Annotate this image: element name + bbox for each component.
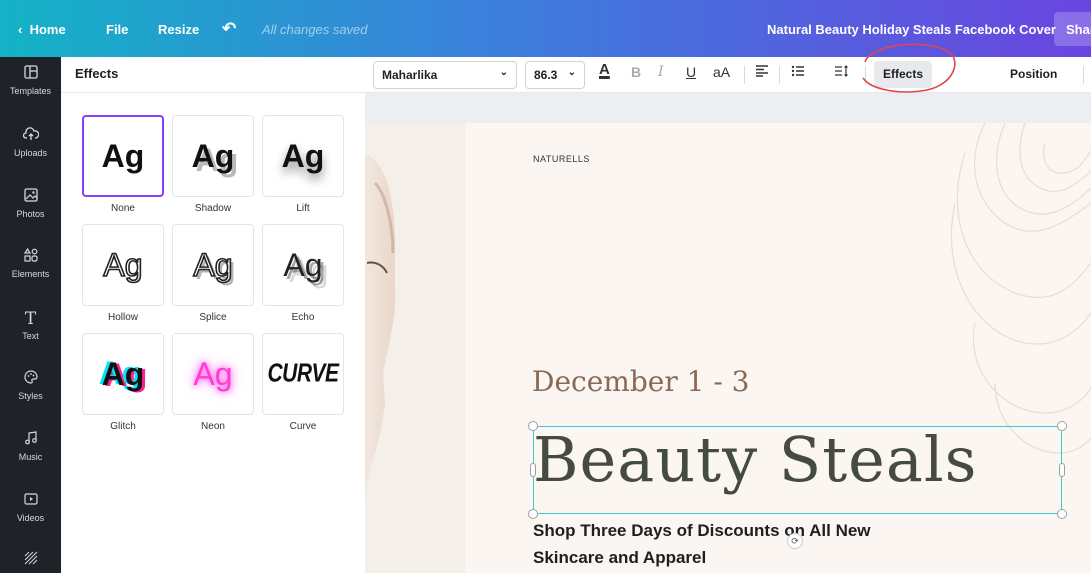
font-family-value: Maharlika xyxy=(382,68,438,82)
effect-preview: CURVE xyxy=(267,359,339,388)
undo-icon[interactable]: ↶ xyxy=(222,19,236,39)
effect-tile-echo[interactable]: Ag xyxy=(262,224,344,306)
left-sidebar: Templates Uploads Photos Elements T Text… xyxy=(0,57,61,573)
home-label: Home xyxy=(29,22,66,37)
chevron-down-icon: ⌄ xyxy=(567,67,576,78)
resize-handle[interactable] xyxy=(1057,509,1067,519)
styles-icon xyxy=(0,370,61,388)
document-title[interactable]: Natural Beauty Holiday Steals Facebook C… xyxy=(767,22,1056,37)
effect-tile-glitch[interactable]: Ag xyxy=(82,333,164,415)
toolbar-divider xyxy=(865,66,866,84)
toolbar-divider xyxy=(1083,66,1084,84)
effects-button[interactable]: Effects xyxy=(874,61,932,88)
chevron-down-icon: ⌄ xyxy=(499,67,508,78)
resize-handle[interactable] xyxy=(1057,421,1067,431)
spacing-icon[interactable] xyxy=(834,64,850,80)
sidebar-item-label: Music xyxy=(18,452,43,462)
file-menu[interactable]: File xyxy=(106,22,128,37)
subtitle-text[interactable]: Shop Three Days of Discounts on All New … xyxy=(533,517,871,571)
toolbar-divider xyxy=(744,66,745,84)
effect-preview: Ag xyxy=(193,246,234,284)
rotate-icon[interactable]: ⟳ xyxy=(787,533,803,549)
resize-handle[interactable] xyxy=(528,421,538,431)
sidebar-item-videos[interactable]: Videos xyxy=(0,492,61,523)
text-icon: T xyxy=(24,309,37,329)
effect-label: Splice xyxy=(199,312,227,323)
elements-icon xyxy=(0,248,61,266)
sidebar-item-label: Elements xyxy=(11,269,50,279)
effect-tile-shadow[interactable]: Ag xyxy=(172,115,254,197)
brand-name[interactable]: NATURELLS xyxy=(533,154,590,164)
effect-tile-neon[interactable]: Ag xyxy=(172,333,254,415)
align-left-icon[interactable] xyxy=(755,64,769,80)
sidebar-item-label: Text xyxy=(22,331,39,341)
sidebar-item-label: Photos xyxy=(16,209,45,219)
effect-tile-lift[interactable]: Ag xyxy=(262,115,344,197)
effect-label: Curve xyxy=(289,421,317,432)
font-size-dropdown[interactable]: 86.3 ⌄ xyxy=(525,61,585,89)
effect-label: Lift xyxy=(296,203,310,214)
effect-label: None xyxy=(111,203,135,214)
font-family-dropdown[interactable]: Maharlika ⌄ xyxy=(373,61,517,89)
bold-button[interactable]: B xyxy=(631,64,641,80)
sidebar-item-label: Styles xyxy=(18,391,43,401)
effect-preview: Ag xyxy=(193,355,233,392)
text-color-button[interactable]: A xyxy=(599,61,610,78)
sidebar-item-uploads[interactable]: Uploads xyxy=(0,127,61,158)
uploads-icon xyxy=(0,127,61,145)
sidebar-item-music[interactable]: Music xyxy=(0,431,61,462)
sidebar-item-elements[interactable]: Elements xyxy=(0,248,61,279)
effect-label: Echo xyxy=(291,312,315,323)
pattern-icon xyxy=(0,551,61,569)
effect-label: Neon xyxy=(201,421,225,432)
save-status: All changes saved xyxy=(262,22,368,37)
letter-case-button[interactable]: aA xyxy=(713,64,730,80)
effect-tile-hollow[interactable]: Ag xyxy=(82,224,164,306)
resize-handle[interactable] xyxy=(530,463,536,477)
toolbar-divider xyxy=(779,66,780,84)
effect-tile-curve[interactable]: CURVE xyxy=(262,333,344,415)
sidebar-item-templates[interactable]: Templates xyxy=(0,65,61,96)
sidebar-item-photos[interactable]: Photos xyxy=(0,188,61,219)
selection-box[interactable] xyxy=(533,426,1062,514)
panel-title: Effects xyxy=(61,57,365,93)
sidebar-item-styles[interactable]: Styles xyxy=(0,370,61,401)
effect-preview: Ag xyxy=(101,137,145,174)
effect-preview: Ag xyxy=(103,246,144,284)
effect-preview: Ag xyxy=(281,137,325,174)
sidebar-item-more[interactable] xyxy=(0,551,61,569)
resize-handle[interactable] xyxy=(1059,463,1065,477)
music-icon xyxy=(0,431,61,449)
templates-icon xyxy=(0,65,61,83)
effect-tile-none[interactable]: Ag xyxy=(82,115,164,197)
sidebar-item-label: Videos xyxy=(16,513,45,523)
effect-tile-splice[interactable]: Ag xyxy=(172,224,254,306)
effect-label: Shadow xyxy=(194,203,232,214)
videos-icon xyxy=(0,492,61,510)
italic-button[interactable]: I xyxy=(658,64,664,80)
sidebar-item-label: Uploads xyxy=(13,148,48,158)
model-photo[interactable] xyxy=(365,123,465,573)
effect-preview: Ag xyxy=(283,246,323,283)
position-button[interactable]: Position xyxy=(1010,67,1057,81)
home-button[interactable]: ‹ Home xyxy=(18,22,66,37)
date-text[interactable]: December 1 - 3 xyxy=(532,365,750,398)
sidebar-item-text[interactable]: T Text xyxy=(0,310,61,341)
effect-label: Glitch xyxy=(110,421,136,432)
effect-label: Hollow xyxy=(107,312,138,323)
resize-button[interactable]: Resize xyxy=(158,22,199,37)
subtitle-line: Shop Three Days of Discounts on All New xyxy=(533,521,871,540)
font-size-value: 86.3 xyxy=(534,68,558,82)
underline-button[interactable]: U xyxy=(686,64,696,80)
top-bar: ‹ Home File Resize ↶ All changes saved N… xyxy=(0,0,1091,57)
effect-preview: Ag xyxy=(101,355,145,392)
effect-preview: Ag xyxy=(191,137,235,174)
list-icon[interactable] xyxy=(791,64,805,80)
text-format-toolbar: Maharlika ⌄ 86.3 ⌄ A B I U aA Effects Po… xyxy=(365,43,1091,93)
sidebar-item-label: Templates xyxy=(9,86,52,96)
design-page[interactable]: NATURELLS December 1 - 3 Beauty Steals S… xyxy=(365,123,1091,573)
share-button[interactable]: Shar xyxy=(1054,12,1091,46)
photos-icon xyxy=(0,188,61,206)
subtitle-line: Skincare and Apparel xyxy=(533,548,707,567)
